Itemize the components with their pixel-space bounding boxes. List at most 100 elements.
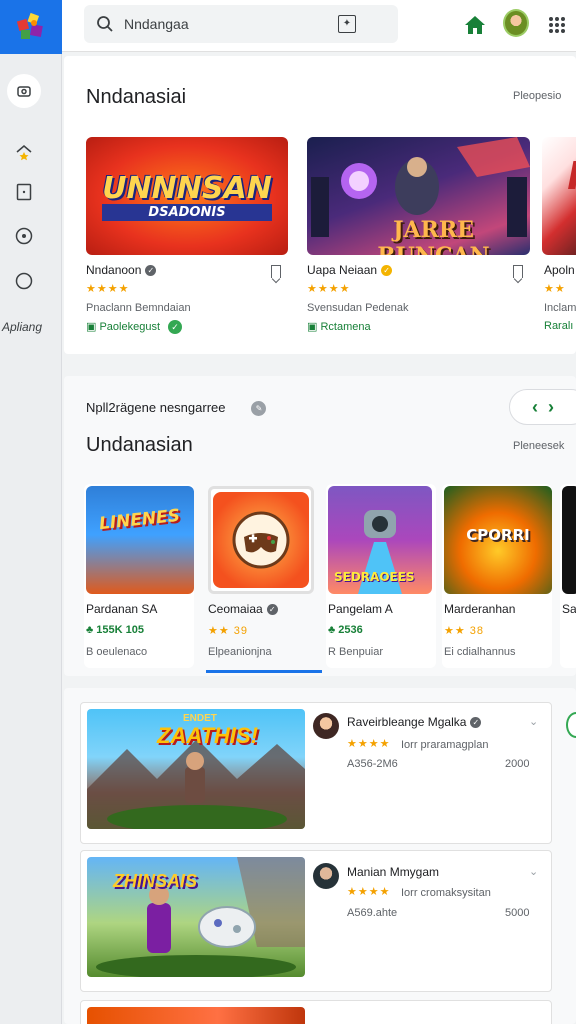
secondary-title: Undanasian [86,434,193,456]
featured-section: Nndanasiai Pleopesio UNNNSAN DSADONIS Nn… [64,56,576,354]
list-sub-2: Iorr cromaksysitan [401,887,491,899]
carousel-nav[interactable]: ‹ › [509,389,576,425]
list-art-1: ENDET ZAATHIS! [87,709,305,829]
tile-name-1: Pardanan SA [86,602,158,616]
search-bar[interactable]: ✦ [84,5,398,43]
secondary-subtitle: Npll2rägene nesngarree ✎ [86,400,267,417]
sidebar-item-store[interactable] [7,74,41,108]
featured-game-developer-2: Svensudan Pedenak [307,302,409,314]
chevron-left-icon[interactable]: ‹ [532,397,538,418]
sidebar-item-library[interactable] [9,177,39,207]
chevron-down-icon[interactable]: ⌄ [529,715,538,728]
art-title: CPORRI [466,526,530,544]
sidebar-item-discover[interactable] [9,221,39,251]
bookmark-icon[interactable] [271,265,281,278]
featured-game-tag-1[interactable]: ▣ Paolekegust ✓ [86,320,182,335]
list-title-1: Raveirbleange Mgalka ✓ [347,715,482,729]
list-stars-2: ★★★★ [347,886,391,898]
apps-grid-icon[interactable] [544,12,570,38]
tile-name-5: Sa [562,602,576,616]
tile-art-5 [562,486,576,594]
search-input[interactable] [124,16,324,32]
sidebar-rail: Apliang [0,0,62,1024]
tile-rating-3: ♣ 2536 [328,624,363,636]
circle-icon [15,272,33,290]
list-item[interactable]: ENDET ZAATHIS! Raveirbleange Mgalka ✓ ⌄ ★… [80,702,552,844]
chevron-right-icon[interactable]: › [548,397,554,418]
check-icon: ✓ [168,320,182,335]
sidebar-item-profile[interactable] [9,266,39,296]
list-art-3 [87,1007,305,1024]
tile-caption-3: R Benpuiar [328,646,384,658]
game-tile-3[interactable]: SEDRAOEES Pangelam A ♣ 2536 R Benpuiar [326,484,436,668]
list-stars-1: ★★★★ [347,738,391,750]
avatar [313,713,339,739]
tile-rating-1: ♣ 155K 105 [86,624,144,636]
game-tile-1[interactable]: LINENES Pardanan SA ♣ 155K 105 B oeulena… [84,484,194,668]
featured-game-art-2[interactable]: JARRE RUNCAN [307,137,530,255]
tile-rating-2: ★★ 39 [208,625,249,637]
top-bar: ✦ [62,0,576,52]
tile-caption-1: B oeulenaco [86,646,148,658]
chevron-down-icon[interactable]: ⌄ [529,865,538,878]
featured-game-art-1[interactable]: UNNNSAN DSADONIS [86,137,288,255]
app-logo[interactable] [0,0,62,54]
verified-icon: ✎ [251,401,267,417]
featured-game-art-3[interactable]: K [542,137,576,255]
featured-game-developer-1: Pnaclann Bemndaian [86,302,191,314]
art-title: UNNNSAN [102,171,272,206]
gamepad-icon [232,511,290,569]
sidebar-label: Apliang [2,320,43,334]
art-title: LINENES [98,505,182,535]
featured-see-more-link[interactable]: Pleopesio [513,90,561,102]
art-subtitle: DSADONIS [102,204,272,221]
featured-title: Nndanasiai [86,86,187,108]
list-art-2: ZHINSAIS [87,857,305,977]
tile-caption-4: Ei cdialhannus [444,646,516,658]
home-icon[interactable] [462,12,488,38]
featured-game-stars-1: ★★★★ [86,283,130,295]
game-tile-5[interactable]: Sa [560,484,576,668]
avatar [313,863,339,889]
tile-name-4: Marderanhan [444,602,516,616]
list-value-1: 2000 [505,758,530,770]
avatar[interactable] [503,9,529,37]
verified-icon: ✓ [470,717,482,729]
game-tile-4[interactable]: CPORRI Marderanhan ★★ 38 Ei cdialhannus [442,484,552,668]
list-sub-1: Iorr praramagplan [401,739,489,751]
logo-icon [16,12,43,39]
sidebar-item-home[interactable] [9,137,39,167]
featured-game-tag-3[interactable]: Raralı [544,320,573,332]
verified-icon: ✓ [266,604,278,616]
art-title: ZAATHIS! [157,723,259,748]
featured-game-name-2[interactable]: Uapa Neiaan ✓ [307,263,393,277]
list-item[interactable] [80,1000,552,1024]
active-tab-indicator [206,670,322,673]
bookmark-icon[interactable] [513,265,523,278]
tile-caption-2: Elpeanionjna [208,646,272,658]
featured-game-developer-3: Inclam [544,302,576,314]
list-code-2: A569.ahte [347,907,398,919]
square-icon [16,183,32,201]
list-item[interactable]: ZHINSAIS Manian Mmygam ⌄ ★★★★ Iorr croma… [80,850,552,992]
tile-rating-4: ★★ 38 [444,625,485,637]
search-icon[interactable] [96,15,114,33]
verified-icon: ✓ [145,265,157,277]
list-title-2: Manian Mmygam [347,865,440,879]
tile-name-2: Ceomaiaa ✓ [208,602,278,616]
featured-game-stars-2: ★★★★ [307,283,351,295]
filter-icon[interactable]: ✦ [338,15,356,33]
app-window: Apliang ✦ Nndanasiai Pleopesio UNNNSAN D… [0,0,576,1024]
featured-game-tag-2[interactable]: ▣ Rctamena [307,320,371,333]
secondary-see-more-link[interactable]: Pleneesek [513,440,564,452]
featured-game-name-1[interactable]: Nndanoon ✓ [86,263,157,277]
art-title: ZHINSAIS [113,871,198,891]
tile-art-2 [208,486,314,594]
tile-art-3: SEDRAOEES [328,486,432,594]
featured-game-name-3[interactable]: Apoln [544,263,575,277]
art-title: JARRE RUNCAN [377,217,489,255]
art-title: SEDRAOEES [334,570,415,584]
list-value-2: 5000 [505,907,530,919]
verified-icon: ✓ [381,265,393,277]
game-tile-2[interactable]: Ceomaiaa ✓ ★★ 39 Elpeanionjna [206,484,316,668]
